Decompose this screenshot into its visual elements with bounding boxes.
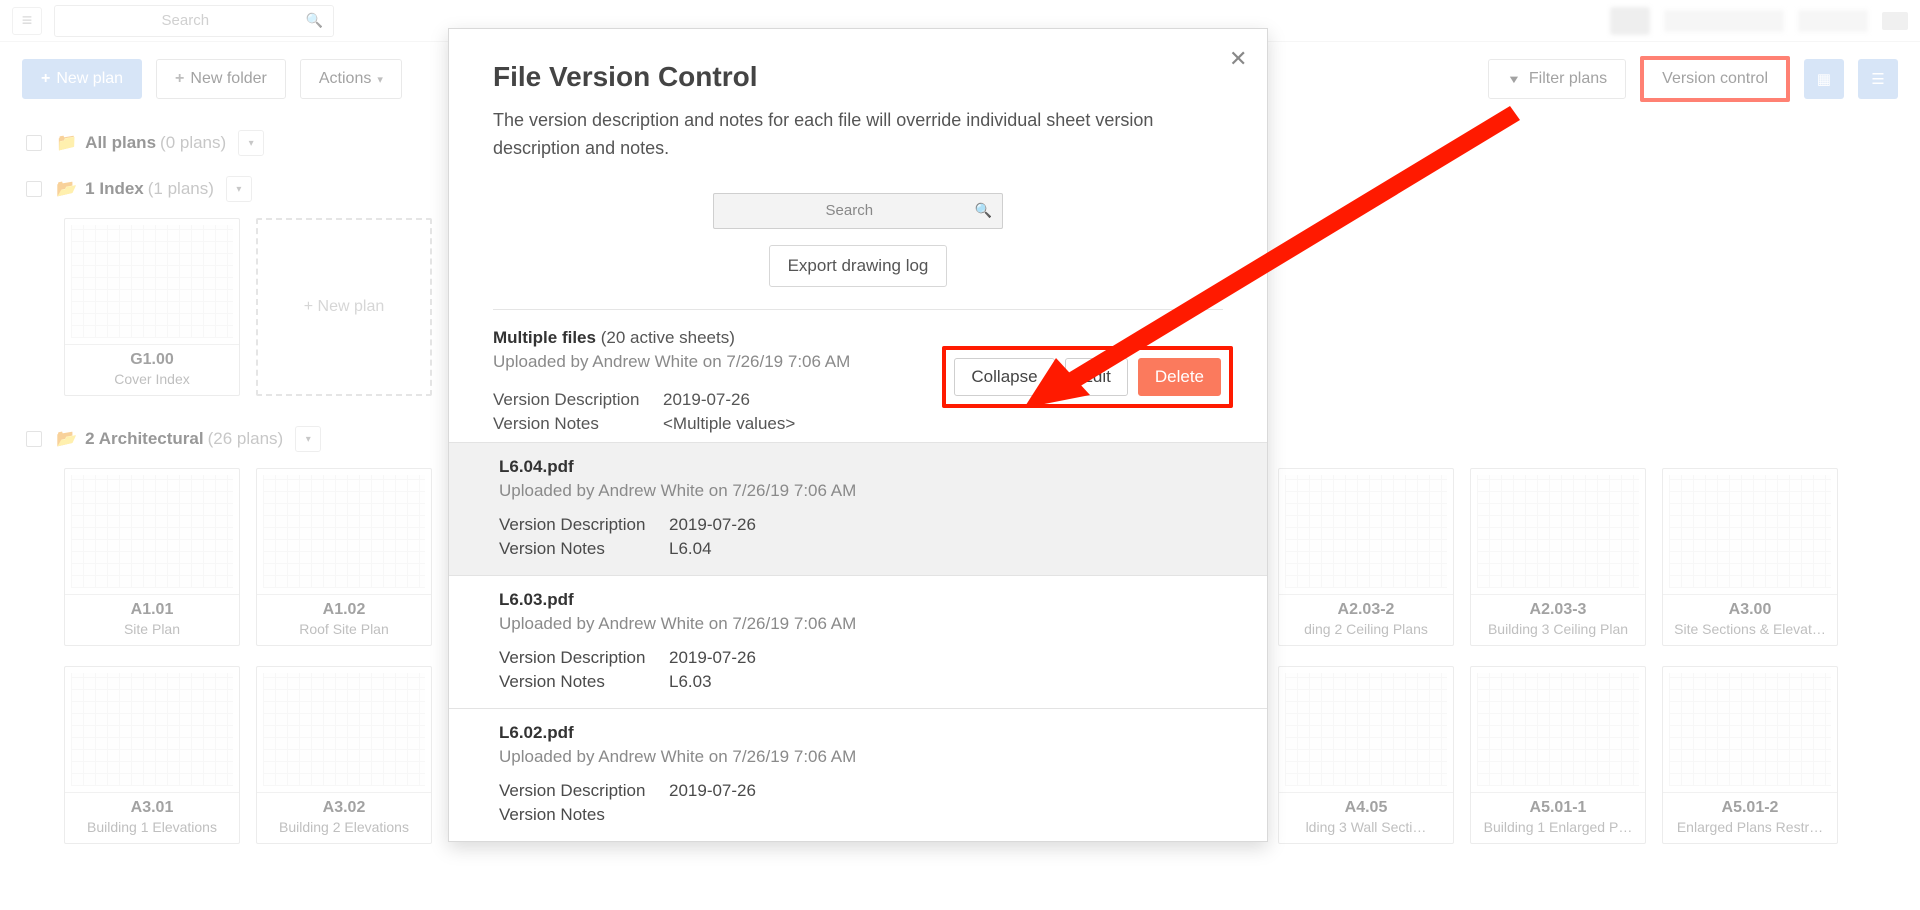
modal-search-placeholder: Search <box>724 202 975 219</box>
version-control-modal: ✕ File Version Control The version descr… <box>448 28 1268 842</box>
file-vn-value: L6.04 <box>669 539 1217 559</box>
close-icon: ✕ <box>1229 46 1247 71</box>
modal-description: The version description and notes for ea… <box>493 107 1223 163</box>
delete-button[interactable]: Delete <box>1138 358 1221 396</box>
file-uploaded: Uploaded by Andrew White on 7/26/19 7:06… <box>499 481 1217 501</box>
export-drawing-log-button[interactable]: Export drawing log <box>769 245 948 287</box>
collapse-button[interactable]: Collapse <box>954 358 1054 396</box>
file-vn-label: Version Notes <box>499 805 669 825</box>
summary-vn-value: <Multiple values> <box>663 414 1223 434</box>
file-vd-label: Version Description <box>499 648 669 668</box>
file-vn-label: Version Notes <box>499 539 669 559</box>
file-version-item[interactable]: L6.04.pdf Uploaded by Andrew White on 7/2… <box>449 442 1267 575</box>
file-vd-value: 2019-07-26 <box>669 648 1217 668</box>
version-summary: Multiple files (20 active sheets) Upload… <box>449 310 1267 442</box>
summary-actions-highlight: Collapse Edit Delete <box>942 346 1233 408</box>
modal-close-button[interactable]: ✕ <box>1223 45 1251 73</box>
file-vn-value: L6.03 <box>669 672 1217 692</box>
file-version-item[interactable]: L6.02.pdf Uploaded by Andrew White on 7/2… <box>449 708 1267 841</box>
export-drawing-log-label: Export drawing log <box>788 256 929 276</box>
file-vd-label: Version Description <box>499 515 669 535</box>
file-vn-value <box>669 805 1217 825</box>
file-list: L6.04.pdf Uploaded by Andrew White on 7/2… <box>449 442 1267 841</box>
file-uploaded: Uploaded by Andrew White on 7/26/19 7:06… <box>499 747 1217 767</box>
file-vd-value: 2019-07-26 <box>669 781 1217 801</box>
file-vd-label: Version Description <box>499 781 669 801</box>
file-vn-label: Version Notes <box>499 672 669 692</box>
file-vd-value: 2019-07-26 <box>669 515 1217 535</box>
summary-vd-label: Version Description <box>493 390 663 410</box>
summary-files-label: Multiple files <box>493 328 596 347</box>
file-name: L6.04.pdf <box>499 457 1217 477</box>
file-uploaded: Uploaded by Andrew White on 7/26/19 7:06… <box>499 614 1217 634</box>
file-name: L6.03.pdf <box>499 590 1217 610</box>
summary-files-count: (20 active sheets) <box>601 328 735 347</box>
file-version-item[interactable]: L6.03.pdf Uploaded by Andrew White on 7/2… <box>449 575 1267 708</box>
edit-button[interactable]: Edit <box>1065 358 1128 396</box>
file-name: L6.02.pdf <box>499 723 1217 743</box>
modal-title: File Version Control <box>493 61 1223 93</box>
modal-search-input[interactable]: Search <box>713 193 1003 229</box>
search-icon <box>975 202 992 219</box>
summary-vn-label: Version Notes <box>493 414 663 434</box>
